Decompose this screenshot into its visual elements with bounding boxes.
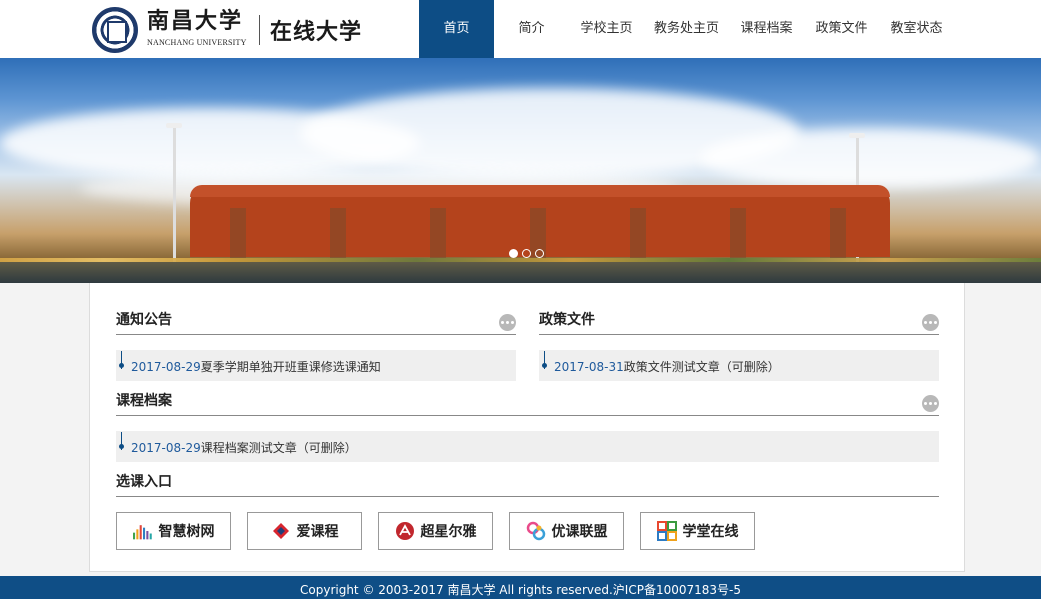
- xuetang-logo-icon: [656, 521, 677, 541]
- banner-lamp-head: [166, 123, 182, 128]
- banner-stadium-arch: [730, 208, 746, 258]
- policy-section-divider: [539, 334, 939, 335]
- policy-item-link[interactable]: 2017-08-31政策文件测试文章（可删除）: [554, 358, 780, 375]
- university-logo[interactable]: 南昌大学 NANCHANG UNIVERSITY 在线大学: [92, 7, 363, 53]
- notice-item-link[interactable]: 2017-08-29夏季学期单独开班重课修选课通知: [131, 358, 381, 375]
- copyright-text: Copyright © 2003-2017 南昌大学 All rights re…: [300, 583, 741, 597]
- slider-dot-3[interactable]: [535, 249, 544, 258]
- chaoxing-logo-icon: [395, 522, 414, 540]
- slider-dots: [509, 249, 544, 258]
- portal-name: 学堂在线: [682, 524, 739, 540]
- portal-xuetangx[interactable]: 学堂在线: [640, 512, 755, 550]
- nav-home[interactable]: 首页: [419, 0, 494, 58]
- nav-academic-office[interactable]: 教务处主页: [644, 0, 729, 58]
- icourse-logo-icon: [272, 523, 289, 539]
- portal-uooc[interactable]: 优课联盟: [509, 512, 624, 550]
- university-seal-icon: [92, 7, 138, 53]
- nav-intro[interactable]: 简介: [494, 0, 569, 58]
- archive-list-item[interactable]: 2017-08-29课程档案测试文章（可删除）: [116, 431, 939, 462]
- banner-cloud: [700, 128, 1040, 188]
- hero-banner[interactable]: [0, 58, 1041, 283]
- bar-chart-logo-icon: [132, 525, 152, 540]
- course-portals: 智慧树网 爱课程 超星尔雅 优课联盟 学堂在线: [116, 512, 755, 550]
- logo-english-name: NANCHANG UNIVERSITY: [147, 38, 247, 47]
- archive-more-icon[interactable]: [922, 395, 939, 412]
- bullet-icon: [119, 432, 124, 450]
- slider-dot-1[interactable]: [509, 249, 518, 258]
- notice-section-divider: [116, 334, 516, 335]
- logo-wordmark: 南昌大学 NANCHANG UNIVERSITY: [147, 8, 247, 52]
- banner-stadium-arch: [230, 208, 246, 258]
- site-header: 南昌大学 NANCHANG UNIVERSITY 在线大学 首页 简介 学校主页…: [0, 0, 1041, 58]
- uooc-logo-icon: [526, 521, 545, 541]
- notice-list-item[interactable]: 2017-08-29夏季学期单独开班重课修选课通知: [116, 350, 516, 381]
- notice-more-icon[interactable]: [499, 314, 516, 331]
- archive-item-link[interactable]: 2017-08-29课程档案测试文章（可删除）: [131, 439, 357, 456]
- logo-divider: [259, 15, 260, 45]
- entry-section-divider: [116, 496, 939, 497]
- archive-section-title: 课程档案: [116, 393, 172, 409]
- notice-section-title: 通知公告: [116, 312, 172, 328]
- policy-section-title: 政策文件: [539, 312, 595, 328]
- banner-stadium-arch: [630, 208, 646, 258]
- banner-stadium-arch: [430, 208, 446, 258]
- banner-stadium-arch: [830, 208, 846, 258]
- site-footer: Copyright © 2003-2017 南昌大学 All rights re…: [0, 576, 1041, 599]
- banner-lamp-post: [173, 126, 176, 266]
- portal-name: 优课联盟: [551, 524, 608, 540]
- policy-more-icon[interactable]: [922, 314, 939, 331]
- slider-dot-2[interactable]: [522, 249, 531, 258]
- entry-section-title: 选课入口: [116, 474, 172, 490]
- banner-stadium-arch: [330, 208, 346, 258]
- main-nav: 首页 简介 学校主页 教务处主页 课程档案 政策文件 教室状态: [419, 0, 954, 58]
- nav-policy-docs[interactable]: 政策文件: [804, 0, 879, 58]
- banner-lamp-head: [849, 133, 865, 138]
- logo-chinese-name: 南昌大学: [147, 8, 244, 34]
- portal-name: 智慧树网: [158, 524, 215, 540]
- nav-course-archive[interactable]: 课程档案: [729, 0, 804, 58]
- nav-school-home[interactable]: 学校主页: [569, 0, 644, 58]
- site-subtitle: 在线大学: [270, 19, 363, 45]
- nav-classroom-status[interactable]: 教室状态: [879, 0, 954, 58]
- portal-zhihuishu[interactable]: 智慧树网: [116, 512, 231, 550]
- bullet-icon: [542, 351, 547, 369]
- bullet-icon: [119, 351, 124, 369]
- banner-water: [0, 262, 1041, 283]
- policy-list-item[interactable]: 2017-08-31政策文件测试文章（可删除）: [539, 350, 939, 381]
- portal-chaoxing[interactable]: 超星尔雅: [378, 512, 493, 550]
- portal-name: 爱课程: [296, 524, 339, 540]
- portal-name: 超星尔雅: [420, 524, 477, 540]
- archive-section-divider: [116, 415, 939, 416]
- portal-icourse[interactable]: 爱课程: [247, 512, 362, 550]
- banner-stadium-roof: [190, 185, 890, 197]
